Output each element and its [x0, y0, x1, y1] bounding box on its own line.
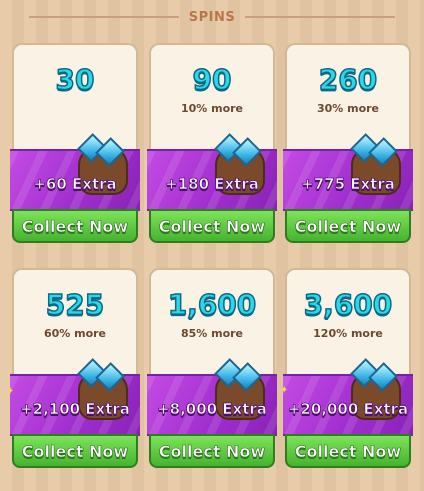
- offer-card[interactable]: 525 60% more +2,100 Extra Collect Now: [10, 268, 140, 476]
- extra-label: +180 Extra: [165, 175, 260, 194]
- spin-amount: 90: [192, 62, 232, 97]
- extra-label: +20,000 Extra: [287, 400, 409, 419]
- bonus-percent: 60% more: [43, 327, 107, 340]
- collect-now-button[interactable]: Collect Now: [285, 209, 411, 243]
- sparkle-icon: ✦: [280, 385, 289, 396]
- collect-now-button[interactable]: Collect Now: [12, 209, 138, 243]
- offer-card[interactable]: 3,600 120% more +20,000 Extra Collect No…: [283, 268, 413, 476]
- bonus-percent: 30% more: [316, 102, 380, 115]
- collect-now-button[interactable]: Collect Now: [149, 209, 275, 243]
- spin-amount: 3,600: [303, 287, 393, 322]
- collect-now-button[interactable]: Collect Now: [285, 434, 411, 468]
- extra-label: +775 Extra: [301, 175, 396, 194]
- offer-card[interactable]: 90 10% more +180 Extra Collect Now: [147, 43, 277, 251]
- offer-card[interactable]: 1,600 85% more +8,000 Extra Collect Now: [147, 268, 277, 476]
- header-line-right: [245, 16, 396, 18]
- collect-now-button[interactable]: Collect Now: [12, 434, 138, 468]
- header: SPINS: [0, 0, 424, 34]
- collect-now-button[interactable]: Collect Now: [149, 434, 275, 468]
- spin-amount: 1,600: [167, 287, 257, 322]
- bonus-percent: 85% more: [180, 327, 244, 340]
- extra-label: +8,000 Extra: [157, 400, 268, 419]
- offer-card[interactable]: 30 +60 Extra Collect Now: [10, 43, 140, 251]
- sparkle-icon: ✦: [6, 386, 15, 397]
- spin-amount: 30: [55, 62, 95, 97]
- extra-label: +60 Extra: [33, 175, 117, 194]
- header-line-left: [28, 16, 179, 18]
- bonus-percent: 120% more: [313, 327, 383, 340]
- spin-amount: 525: [45, 287, 105, 322]
- header-title: SPINS: [188, 9, 236, 25]
- spin-amount: 260: [318, 62, 378, 97]
- offer-card[interactable]: 260 30% more +775 Extra Collect Now: [283, 43, 413, 251]
- bonus-percent: 10% more: [180, 102, 244, 115]
- extra-label: +2,100 Extra: [20, 400, 131, 419]
